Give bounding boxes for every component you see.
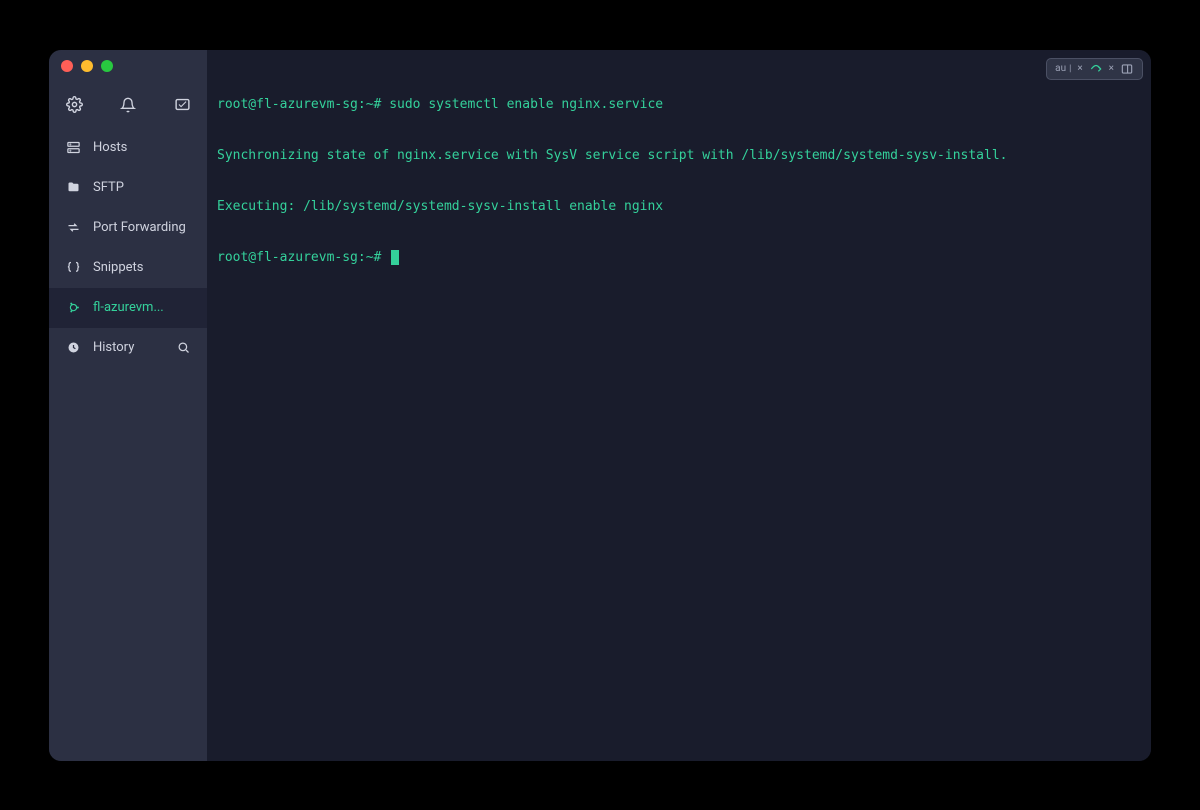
sidebar-item-label: SFTP bbox=[93, 180, 191, 195]
window-close-button[interactable] bbox=[61, 60, 73, 72]
sidebar-item-snippets[interactable]: Snippets bbox=[49, 248, 207, 288]
sidebar-nav: Hosts SFTP Port Forwarding Snippets bbox=[49, 128, 207, 368]
sidebar-item-label: History bbox=[93, 340, 163, 355]
gear-icon[interactable] bbox=[65, 96, 83, 114]
terminal-line: root@fl-azurevm-sg:~# bbox=[217, 249, 1141, 266]
toolbar-close-share[interactable]: × bbox=[1109, 63, 1114, 74]
terminal-cursor bbox=[391, 250, 399, 265]
sidebar-item-label: fl-azurevm... bbox=[93, 300, 191, 315]
share-icon[interactable] bbox=[1087, 62, 1105, 76]
split-pane-icon[interactable] bbox=[1118, 62, 1136, 76]
search-icon[interactable] bbox=[175, 340, 191, 356]
sidebar-item-sftp[interactable]: SFTP bbox=[49, 168, 207, 208]
terminal-prompt: root@fl-azurevm-sg:~# bbox=[217, 250, 389, 265]
snapshot-icon[interactable] bbox=[173, 96, 191, 114]
toolbar-chip-cursor-icon: | bbox=[1069, 64, 1071, 74]
sidebar-item-label: Hosts bbox=[93, 140, 191, 155]
terminal-pane[interactable]: au | × × root@fl-azurevm-sg:~# sudo syst… bbox=[207, 50, 1151, 761]
sidebar-item-hosts[interactable]: Hosts bbox=[49, 128, 207, 168]
sidebar-item-label: Port Forwarding bbox=[93, 220, 191, 235]
ubuntu-icon bbox=[65, 300, 81, 316]
bell-icon[interactable] bbox=[119, 96, 137, 114]
toolbar-close-chip[interactable]: × bbox=[1077, 63, 1082, 74]
terminal-command: sudo systemctl enable nginx.service bbox=[389, 97, 663, 112]
sidebar: Hosts SFTP Port Forwarding Snippets bbox=[49, 50, 207, 761]
terminal-line: root@fl-azurevm-sg:~# sudo systemctl ena… bbox=[217, 96, 1141, 113]
toolbar-chip[interactable]: au | bbox=[1053, 63, 1073, 74]
window-minimize-button[interactable] bbox=[81, 60, 93, 72]
clock-icon bbox=[65, 340, 81, 356]
terminal-output[interactable]: root@fl-azurevm-sg:~# sudo systemctl ena… bbox=[207, 50, 1151, 761]
toolbar-chip-label: au bbox=[1055, 63, 1066, 74]
sidebar-icon-row bbox=[49, 82, 207, 128]
server-icon bbox=[65, 140, 81, 156]
folder-icon bbox=[65, 180, 81, 196]
terminal-line: Executing: /lib/systemd/systemd-sysv-ins… bbox=[217, 198, 1141, 215]
window-maximize-button[interactable] bbox=[101, 60, 113, 72]
sidebar-item-history[interactable]: History bbox=[49, 328, 207, 368]
terminal-prompt: root@fl-azurevm-sg:~# bbox=[217, 97, 389, 112]
sidebar-item-port-forwarding[interactable]: Port Forwarding bbox=[49, 208, 207, 248]
app-window: Hosts SFTP Port Forwarding Snippets bbox=[49, 50, 1151, 761]
window-traffic-lights bbox=[49, 50, 207, 82]
terminal-line: Synchronizing state of nginx.service wit… bbox=[217, 147, 1141, 164]
sidebar-item-label: Snippets bbox=[93, 260, 191, 275]
arrows-icon bbox=[65, 220, 81, 236]
terminal-toolbar: au | × × bbox=[1046, 58, 1143, 80]
braces-icon bbox=[65, 260, 81, 276]
sidebar-item-connection[interactable]: fl-azurevm... bbox=[49, 288, 207, 328]
